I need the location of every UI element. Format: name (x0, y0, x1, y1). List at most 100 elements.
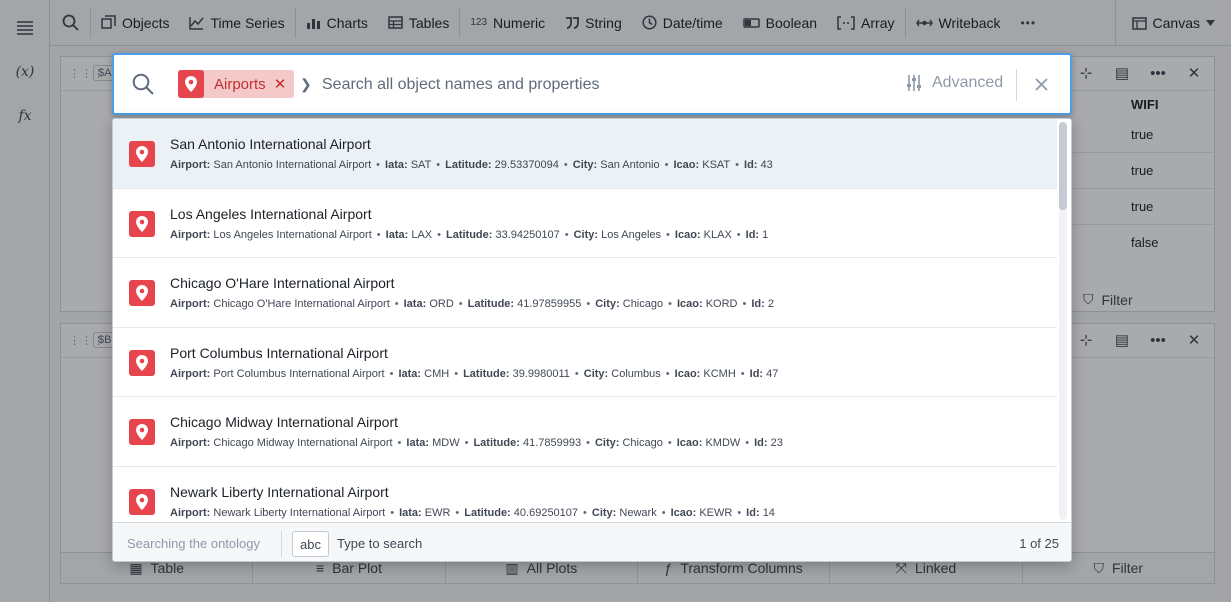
separator-dot: • (661, 506, 666, 519)
close-icon (1034, 77, 1048, 91)
property-value: KEWR (699, 506, 733, 519)
result-properties: Airport: Newark Liberty International Ai… (170, 507, 775, 519)
result-item[interactable]: Port Columbus International Airport Airpo… (113, 328, 1057, 398)
result-item[interactable]: Newark Liberty International Airport Airp… (113, 467, 1057, 522)
separator-dot: • (436, 159, 441, 171)
property-key: Icao: (674, 228, 701, 241)
property-value: 2 (767, 298, 774, 311)
property-key: Icao: (670, 506, 697, 519)
property-value: Newark Liberty International Airport (213, 506, 386, 519)
result-properties: Airport: Los Angeles International Airpo… (170, 229, 768, 241)
property-key: Latitude: (445, 228, 493, 241)
property-value: Newark (619, 506, 657, 519)
remove-chip-icon[interactable]: ✕ (274, 75, 287, 93)
property-value: 41.97859955 (517, 298, 582, 311)
property-value: 47 (766, 367, 779, 380)
result-list[interactable]: San Antonio International Airport Airport… (113, 119, 1057, 522)
result-title: San Antonio International Airport (170, 136, 371, 152)
property-key: Airport: (170, 506, 211, 519)
search-input[interactable] (322, 72, 882, 98)
property-value: Los Angeles (601, 228, 662, 241)
separator-dot: • (458, 298, 463, 311)
result-properties: Airport: Chicago O'Hare International Ai… (170, 298, 774, 310)
advanced-button[interactable]: Advanced (906, 74, 1003, 92)
separator-dot: • (376, 159, 381, 171)
result-title: Chicago O'Hare International Airport (170, 275, 395, 292)
property-value: 39.9980011 (512, 367, 570, 380)
property-value: EWR (424, 506, 451, 519)
result-item[interactable]: Chicago O'Hare International Airport Airp… (113, 258, 1057, 328)
result-title: Port Columbus International Airport (170, 344, 388, 361)
property-key: Latitude: (467, 298, 515, 311)
search-status: Searching the ontology (127, 536, 260, 551)
property-key: City: (595, 298, 620, 311)
result-item[interactable]: San Antonio International Airport Airport… (113, 119, 1057, 189)
separator-dot: • (735, 159, 740, 171)
property-value: 29.53370094 (494, 159, 559, 171)
separator-dot: • (740, 367, 745, 380)
property-key: Id: (744, 159, 758, 171)
results-scrollbar[interactable] (1059, 122, 1067, 520)
separator-dot: • (464, 437, 469, 450)
property-key: Id: (746, 506, 760, 519)
property-value: KSAT (702, 159, 731, 171)
separator-dot: • (583, 506, 587, 519)
property-key: Id: (749, 367, 764, 380)
property-value: KMDW (705, 437, 741, 450)
separator-dot: • (437, 228, 441, 241)
property-value: 14 (762, 506, 775, 519)
separator-dot: • (574, 367, 579, 380)
map-marker-icon (129, 210, 155, 237)
separator-dot: • (394, 298, 399, 311)
property-value: Port Columbus International Airport (213, 367, 385, 380)
separator-dot: • (742, 298, 747, 311)
map-marker-icon (129, 349, 155, 376)
separator-dot: • (664, 159, 669, 171)
property-value: SAT (410, 159, 432, 171)
property-value: Los Angeles International Airport (213, 228, 372, 241)
object-type-chip-label: Airports (214, 75, 266, 93)
result-properties: Airport: Port Columbus International Air… (170, 368, 778, 380)
property-value: 43 (760, 159, 773, 171)
result-properties: Airport: San Antonio International Airpo… (170, 159, 773, 171)
property-key: City: (572, 159, 598, 171)
separator-dot: • (736, 228, 741, 241)
separator-dot: • (745, 437, 750, 450)
property-key: City: (591, 506, 617, 519)
map-marker-icon (129, 141, 155, 167)
property-value: Chicago (622, 437, 663, 450)
property-key: Latitude: (464, 506, 511, 519)
result-title: Newark Liberty International Airport (170, 483, 389, 500)
property-value: MDW (432, 437, 460, 450)
object-type-chip[interactable]: Airports ✕ (178, 70, 295, 98)
property-key: Icao: (673, 159, 700, 171)
property-key: City: (594, 437, 620, 450)
property-value: Chicago (622, 298, 664, 311)
property-value: Chicago O'Hare International Airport (213, 298, 390, 311)
separator-dot: • (389, 367, 394, 380)
property-key: Iata: (403, 298, 427, 311)
sliders-icon (907, 75, 921, 91)
property-value: San Antonio International Airport (213, 159, 372, 171)
result-item[interactable]: Chicago Midway International Airport Airp… (113, 397, 1057, 467)
result-item[interactable]: Los Angeles International Airport Airport… (113, 189, 1057, 259)
omnibar: Airports ✕ ❯ Advanced (112, 53, 1072, 115)
separator-dot: • (390, 506, 395, 519)
property-key: Id: (754, 437, 768, 450)
property-value: San Antonio (600, 159, 660, 171)
property-key: City: (583, 367, 609, 380)
chevron-right-icon: ❯ (300, 76, 312, 92)
property-value: 33.94250107 (495, 228, 560, 241)
property-value: Chicago Midway International Airport (213, 437, 393, 450)
result-title: Los Angeles International Airport (170, 205, 372, 222)
separator-dot: • (455, 506, 460, 519)
property-key: Id: (751, 298, 765, 311)
property-key: Icao: (674, 367, 701, 380)
property-value: CMH (424, 367, 450, 380)
property-key: Iata: (385, 159, 408, 171)
property-key: Airport: (170, 159, 211, 171)
close-omnibar-button[interactable] (1029, 71, 1053, 97)
property-key: City: (573, 228, 599, 241)
scrollbar-thumb[interactable] (1059, 122, 1067, 210)
search-results-panel: San Antonio International Airport Airport… (112, 118, 1072, 562)
